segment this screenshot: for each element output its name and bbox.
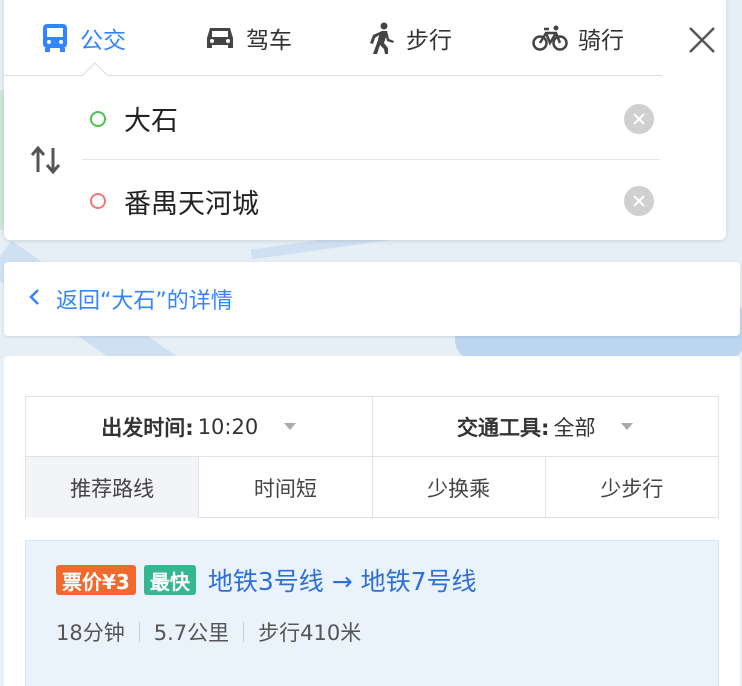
chevron-down-icon — [621, 423, 634, 430]
origin-input[interactable] — [124, 103, 624, 134]
departure-time-label: 出发时间: — [101, 415, 194, 440]
back-to-details-link[interactable]: 返回“大石”的详情 — [4, 262, 740, 336]
transport-type-select[interactable]: 交通工具: 全部 — [371, 397, 719, 456]
sort-tab-recommended[interactable]: 推荐路线 — [26, 457, 199, 518]
swap-route-button[interactable] — [28, 144, 64, 176]
transport-type-value: 全部 — [553, 415, 596, 440]
route-title: 地铁3号线 → 地铁7号线 — [207, 567, 477, 596]
bus-icon — [40, 23, 70, 53]
close-icon — [689, 27, 715, 53]
tab-walk[interactable]: 步行 — [368, 18, 452, 58]
clear-destination-button[interactable] — [624, 186, 654, 216]
travel-mode-tabs: 公交 驾车 步行 骑行 — [4, 0, 662, 76]
car-icon — [204, 24, 236, 52]
divider — [243, 622, 245, 642]
route-duration: 18分钟 — [56, 621, 125, 645]
origin-dot-icon — [90, 110, 106, 127]
fare-badge: 票价¥3 — [56, 565, 136, 595]
sort-tab-least-walking[interactable]: 少步行 — [544, 457, 718, 518]
sort-tab-shortest-time[interactable]: 时间短 — [198, 457, 371, 518]
clear-origin-button[interactable] — [624, 103, 654, 134]
sort-tab-fewest-transfers[interactable]: 少换乘 — [371, 457, 545, 518]
route-walk-distance: 步行410米 — [258, 621, 362, 645]
destination-row — [82, 160, 660, 242]
tab-bike[interactable]: 骑行 — [532, 18, 624, 58]
walk-icon — [368, 22, 396, 54]
departure-time-value: 10:20 — [197, 414, 259, 439]
results-panel: 出发时间: 10:20 交通工具: 全部 推荐路线 时间短 少换乘 少步行 票价… — [4, 356, 740, 686]
tab-bus[interactable]: 公交 — [40, 18, 126, 58]
swap-icon — [30, 145, 61, 175]
sort-tabs: 推荐路线 时间短 少换乘 少步行 — [26, 457, 718, 518]
route-search-panel: 公交 驾车 步行 骑行 大石 番禺天河城 — [4, 0, 726, 240]
tab-bus-label: 公交 — [80, 28, 126, 54]
tab-drive-label: 驾车 — [246, 28, 292, 54]
fastest-badge: 最快 — [143, 565, 196, 595]
tab-drive[interactable]: 驾车 — [204, 18, 292, 58]
filter-table: 出发时间: 10:20 交通工具: 全部 推荐路线 时间短 少换乘 少步行 — [25, 396, 719, 518]
transport-type-label: 交通工具: — [457, 415, 550, 440]
tab-walk-label: 步行 — [406, 28, 452, 54]
back-link-label: 返回“大石”的详情 — [56, 289, 233, 314]
tab-bike-label: 骑行 — [578, 28, 624, 54]
bike-icon — [532, 24, 568, 52]
chevron-down-icon — [284, 423, 297, 430]
route-distance: 5.7公里 — [153, 621, 230, 645]
close-button[interactable] — [684, 22, 720, 58]
route-meta: 18分钟 5.7公里 步行410米 — [56, 617, 361, 647]
destination-input[interactable] — [124, 185, 624, 217]
departure-time-select[interactable]: 出发时间: 10:20 — [26, 397, 372, 456]
divider — [138, 622, 140, 642]
chevron-left-icon — [28, 287, 40, 312]
origin-row — [82, 78, 660, 160]
destination-dot-icon — [90, 193, 106, 209]
route-result-card[interactable]: 票价¥3 最快 地铁3号线 → 地铁7号线 18分钟 5.7公里 步行410米 — [25, 540, 719, 686]
